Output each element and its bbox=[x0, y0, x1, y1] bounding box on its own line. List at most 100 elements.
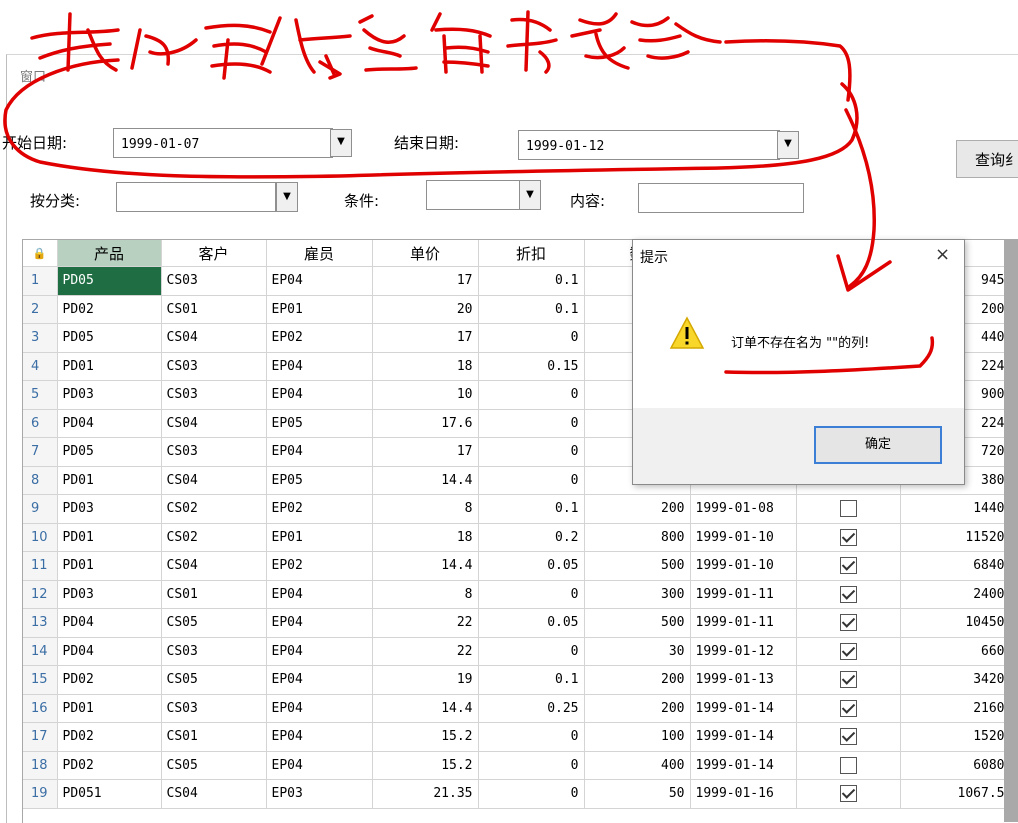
cell-customer[interactable]: CS02 bbox=[161, 494, 267, 524]
cell-product[interactable]: PD04 bbox=[57, 637, 162, 666]
cell-customer[interactable]: CS03 bbox=[161, 694, 267, 723]
cell-date[interactable]: 1999-01-12 bbox=[690, 637, 797, 666]
cell-total[interactable]: 3420 bbox=[900, 665, 1011, 695]
cell-customer[interactable]: CS05 bbox=[161, 751, 267, 780]
cell-date[interactable]: 1999-01-14 bbox=[690, 694, 797, 723]
cell-employee[interactable]: EP05 bbox=[266, 409, 373, 438]
cell-date[interactable]: 1999-01-11 bbox=[690, 580, 797, 609]
cell-employee[interactable]: EP04 bbox=[266, 665, 373, 695]
checkbox[interactable] bbox=[839, 614, 857, 632]
cell-customer[interactable]: CS04 bbox=[161, 779, 267, 809]
cell-employee[interactable]: EP02 bbox=[266, 494, 373, 524]
cell-quantity[interactable]: 800 bbox=[584, 523, 691, 552]
row-number[interactable]: 6 bbox=[23, 409, 58, 438]
row-number[interactable]: 14 bbox=[23, 637, 58, 666]
cell-discount[interactable]: 0.2 bbox=[478, 523, 585, 552]
cell-date[interactable]: 1999-01-16 bbox=[690, 779, 797, 809]
cell-quantity[interactable]: 100 bbox=[584, 722, 691, 752]
cell-price[interactable]: 21.35 bbox=[372, 779, 479, 809]
cell-price[interactable]: 8 bbox=[372, 580, 479, 609]
table-row[interactable]: 13 PD04 CS05 EP04 22 0.05 500 1999-01-11 10450 bbox=[23, 608, 1011, 638]
cell-checkbox[interactable] bbox=[796, 637, 901, 666]
checkbox[interactable] bbox=[839, 728, 857, 746]
cell-total[interactable]: 6080 bbox=[900, 751, 1011, 780]
cell-product[interactable]: PD02 bbox=[57, 751, 162, 780]
cell-discount[interactable]: 0 bbox=[478, 637, 585, 666]
cell-product[interactable]: PD02 bbox=[57, 665, 162, 695]
checkbox[interactable] bbox=[839, 585, 857, 603]
row-number[interactable]: 11 bbox=[23, 551, 58, 581]
cell-price[interactable]: 18 bbox=[372, 523, 479, 552]
cell-employee[interactable]: EP01 bbox=[266, 523, 373, 552]
cell-employee[interactable]: EP04 bbox=[266, 580, 373, 609]
cell-total[interactable]: 1440 bbox=[900, 494, 1011, 524]
cell-product[interactable]: PD01 bbox=[57, 523, 162, 552]
row-number[interactable]: 9 bbox=[23, 494, 58, 524]
cell-product[interactable]: PD04 bbox=[57, 608, 162, 638]
checkbox[interactable] bbox=[839, 500, 857, 518]
cell-date[interactable]: 1999-01-14 bbox=[690, 722, 797, 752]
row-number[interactable]: 19 bbox=[23, 779, 58, 809]
cell-checkbox[interactable] bbox=[796, 694, 901, 723]
cell-discount[interactable]: 0.05 bbox=[478, 551, 585, 581]
checkbox[interactable] bbox=[839, 557, 857, 575]
table-row[interactable]: 12 PD03 CS01 EP04 8 0 300 1999-01-11 2400 bbox=[23, 580, 1011, 609]
cell-price[interactable]: 14.4 bbox=[372, 551, 479, 581]
cell-total[interactable]: 1067.5 bbox=[900, 779, 1011, 809]
cell-product[interactable]: PD03 bbox=[57, 494, 162, 524]
cell-checkbox[interactable] bbox=[796, 665, 901, 695]
row-number[interactable]: 10 bbox=[23, 523, 58, 552]
cell-discount[interactable]: 0 bbox=[478, 779, 585, 809]
cell-total[interactable]: 11520 bbox=[900, 523, 1011, 552]
row-number[interactable]: 8 bbox=[23, 466, 58, 495]
table-row[interactable]: 10 PD01 CS02 EP01 18 0.2 800 1999-01-10 11520 bbox=[23, 523, 1011, 552]
cell-total[interactable]: 2160 bbox=[900, 694, 1011, 723]
cell-price[interactable]: 22 bbox=[372, 608, 479, 638]
cell-total[interactable]: 2400 bbox=[900, 580, 1011, 609]
cell-employee[interactable]: EP04 bbox=[266, 608, 373, 638]
cell-total[interactable]: 1520 bbox=[900, 722, 1011, 752]
table-row[interactable]: 19 PD051 CS04 EP03 21.35 0 50 1999-01-16 1067.5 bbox=[23, 779, 1011, 809]
cell-employee[interactable]: EP04 bbox=[266, 637, 373, 666]
cell-checkbox[interactable] bbox=[796, 608, 901, 638]
cell-customer[interactable]: CS03 bbox=[161, 637, 267, 666]
checkbox[interactable] bbox=[839, 756, 857, 774]
table-row[interactable]: 11 PD01 CS04 EP02 14.4 0.05 500 1999-01-10 6840 bbox=[23, 551, 1011, 581]
cell-customer[interactable]: CS04 bbox=[161, 466, 267, 495]
cell-date[interactable]: 1999-01-10 bbox=[690, 523, 797, 552]
cell-product[interactable]: PD04 bbox=[57, 409, 162, 438]
cell-quantity[interactable]: 300 bbox=[584, 580, 691, 609]
cell-total[interactable]: 10450 bbox=[900, 608, 1011, 638]
cell-product[interactable]: PD01 bbox=[57, 551, 162, 581]
cell-product[interactable]: PD03 bbox=[57, 580, 162, 609]
table-row[interactable]: 9 PD03 CS02 EP02 8 0.1 200 1999-01-08 1440 bbox=[23, 494, 1011, 524]
row-number[interactable]: 16 bbox=[23, 694, 58, 723]
table-row[interactable]: 14 PD04 CS03 EP04 22 0 30 1999-01-12 660 bbox=[23, 637, 1011, 666]
row-number[interactable]: 15 bbox=[23, 665, 58, 695]
cell-product[interactable]: PD01 bbox=[57, 694, 162, 723]
cell-price[interactable]: 22 bbox=[372, 637, 479, 666]
cell-customer[interactable]: CS01 bbox=[161, 580, 267, 609]
cell-customer[interactable]: CS04 bbox=[161, 409, 267, 438]
cell-checkbox[interactable] bbox=[796, 494, 901, 524]
cell-price[interactable]: 15.2 bbox=[372, 722, 479, 752]
cell-checkbox[interactable] bbox=[796, 722, 901, 752]
row-number[interactable]: 12 bbox=[23, 580, 58, 609]
cell-price[interactable]: 14.4 bbox=[372, 694, 479, 723]
cell-employee[interactable]: EP04 bbox=[266, 694, 373, 723]
cell-date[interactable]: 1999-01-13 bbox=[690, 665, 797, 695]
cell-total[interactable]: 6840 bbox=[900, 551, 1011, 581]
row-number[interactable]: 13 bbox=[23, 608, 58, 638]
cell-employee[interactable]: EP04 bbox=[266, 722, 373, 752]
checkbox[interactable] bbox=[839, 699, 857, 717]
cell-product[interactable]: PD01 bbox=[57, 466, 162, 495]
cell-employee[interactable]: EP04 bbox=[266, 751, 373, 780]
cell-quantity[interactable]: 30 bbox=[584, 637, 691, 666]
cell-customer[interactable]: CS04 bbox=[161, 551, 267, 581]
cell-price[interactable]: 17.6 bbox=[372, 409, 479, 438]
cell-date[interactable]: 1999-01-14 bbox=[690, 751, 797, 780]
cell-date[interactable]: 1999-01-11 bbox=[690, 608, 797, 638]
row-number[interactable]: 17 bbox=[23, 722, 58, 752]
cell-discount[interactable]: 0.1 bbox=[478, 665, 585, 695]
cell-quantity[interactable]: 200 bbox=[584, 694, 691, 723]
